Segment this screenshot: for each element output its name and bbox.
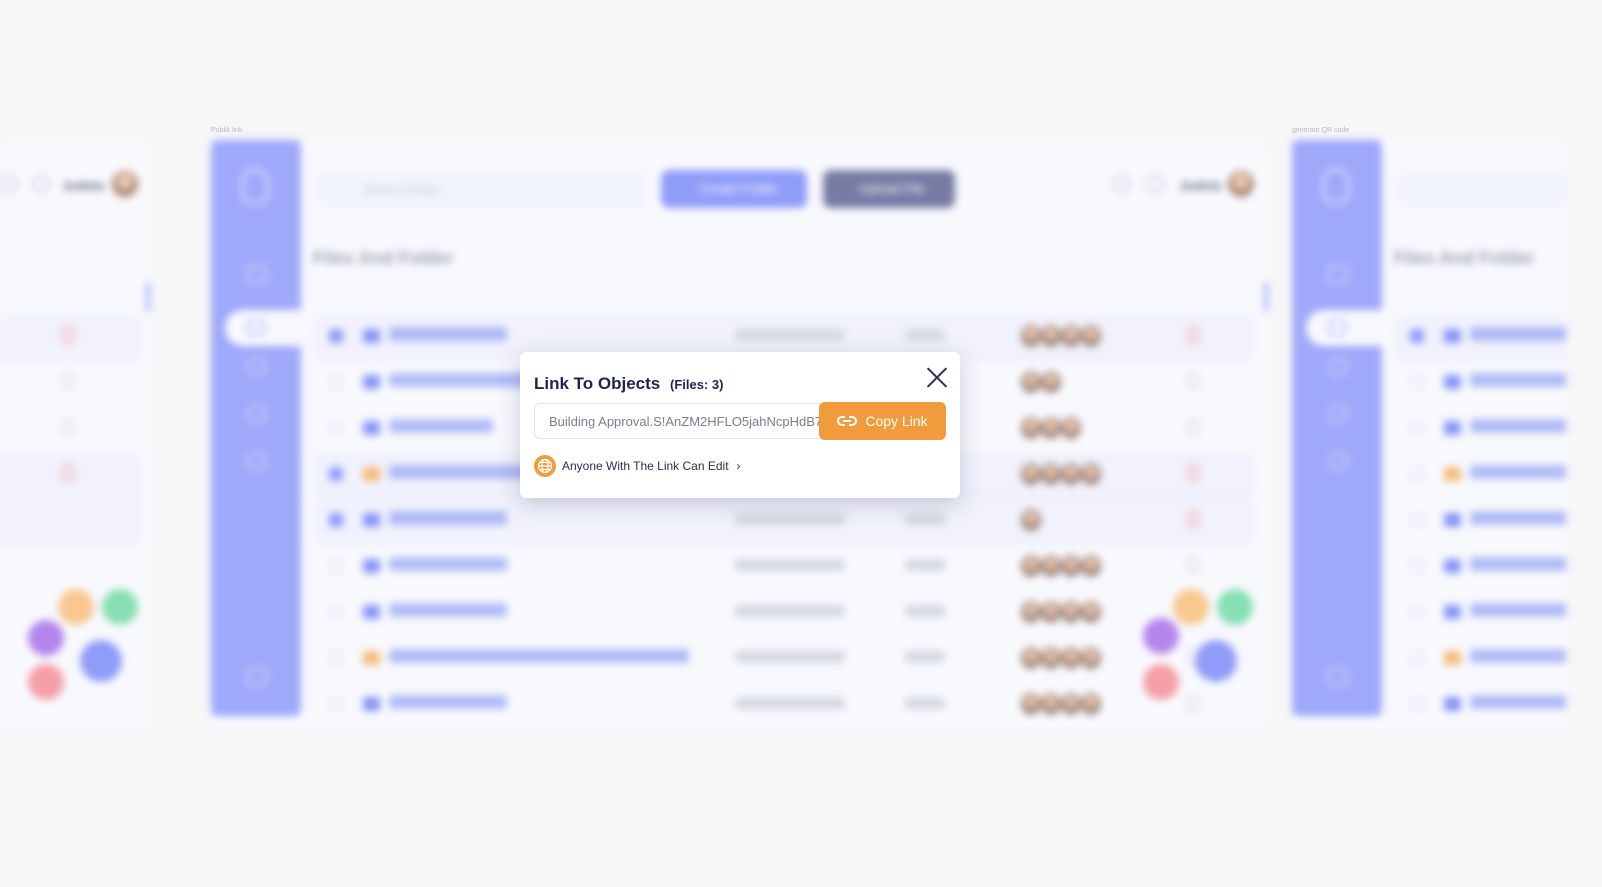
close-icon[interactable] xyxy=(924,364,950,390)
permission-selector[interactable]: Anyone With The Link Can Edit › xyxy=(534,455,741,477)
link-icon xyxy=(837,416,858,426)
copy-link-button[interactable]: Copy Link xyxy=(819,402,946,440)
modal-file-count: (Files: 3) xyxy=(670,377,724,392)
copy-link-label: Copy Link xyxy=(865,413,928,429)
link-modal: Link To Objects (Files: 3) Copy Link Any… xyxy=(520,352,960,498)
link-input[interactable] xyxy=(535,404,825,438)
stage: Publik link generate QR code Judeta Sear… xyxy=(0,0,1602,887)
permission-label: Anyone With The Link Can Edit xyxy=(562,459,729,473)
globe-icon xyxy=(534,455,556,477)
modal-title: Link To Objects xyxy=(534,374,661,393)
link-field: Copy Link xyxy=(534,402,946,440)
chevron-right-icon: › xyxy=(736,459,741,473)
